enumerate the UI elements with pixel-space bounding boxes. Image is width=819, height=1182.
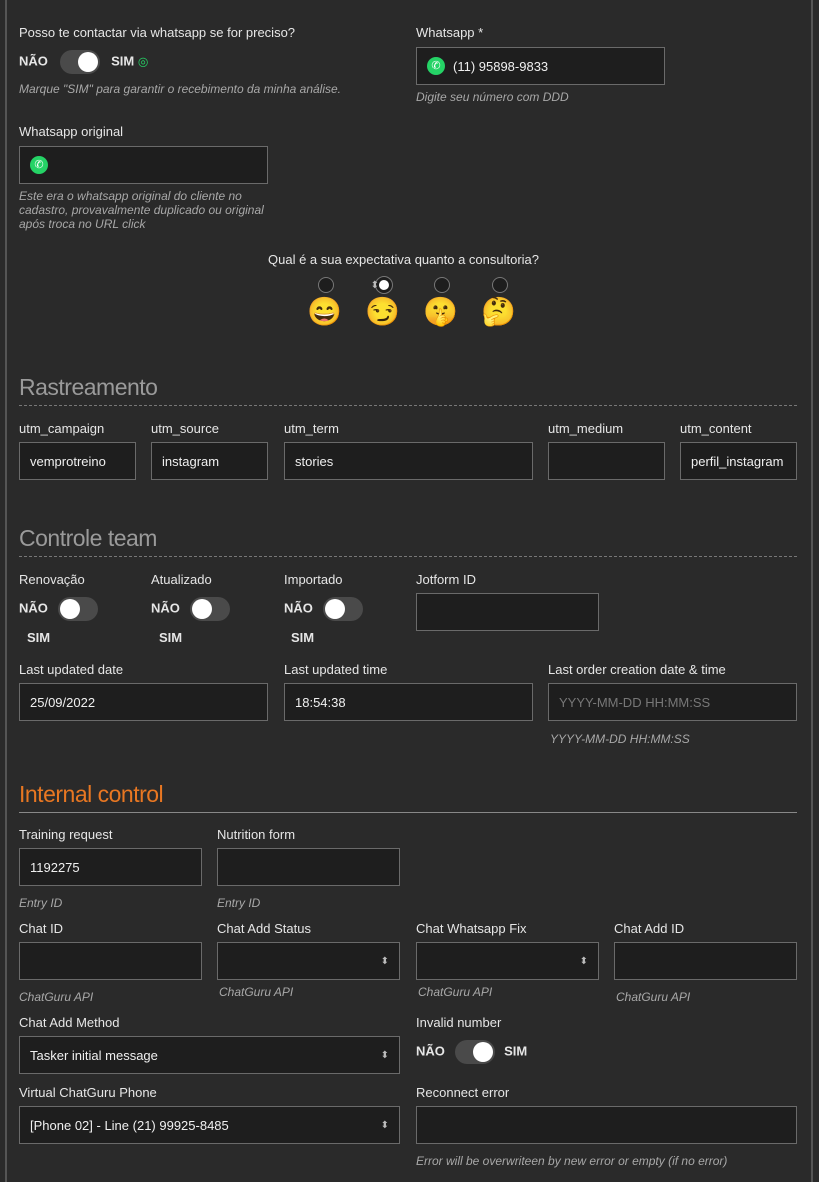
- expectation-radio-2[interactable]: [371, 276, 393, 294]
- whatsapp-input[interactable]: ✆ (11) 95898-9833: [416, 47, 665, 85]
- chat-id-help: ChatGuru API: [19, 990, 94, 1004]
- tracking-title: Rastreamento: [19, 374, 797, 406]
- utm-content-input[interactable]: perfil_instagram: [680, 442, 797, 480]
- toggle-yes-label: SIM: [111, 53, 135, 69]
- toggle-yes-label: SIM: [291, 630, 315, 645]
- virtual-phone-label: Virtual ChatGuru Phone: [19, 1085, 157, 1100]
- utm-content-label: utm_content: [680, 421, 752, 436]
- whatsapp-label: Whatsapp *: [416, 25, 484, 40]
- importado-toggle[interactable]: [322, 597, 363, 621]
- whatsapp-icon: ✆: [427, 57, 445, 75]
- toggle-no-label: NÃO: [19, 600, 48, 616]
- grinning-emoji-icon: 😄: [307, 296, 342, 327]
- utm-source-input[interactable]: instagram: [151, 442, 268, 480]
- chat-add-id-label: Chat Add ID: [614, 921, 685, 936]
- chat-id-input[interactable]: [19, 942, 202, 980]
- chat-add-status-label: Chat Add Status: [217, 921, 311, 936]
- whatsapp-icon: ✆: [30, 156, 48, 174]
- toggle-yes-label: SIM: [27, 630, 51, 645]
- last-order-help: YYYY-MM-DD HH:MM:SS: [550, 732, 690, 746]
- reconnect-error-label: Reconnect error: [416, 1085, 510, 1100]
- chat-id-label: Chat ID: [19, 921, 64, 936]
- virtual-phone-select[interactable]: [Phone 02] - Line (21) 99925-8485: [19, 1106, 400, 1144]
- chat-wa-fix-help: ChatGuru API: [418, 985, 493, 999]
- whatsapp-help: Digite seu número com DDD: [416, 90, 569, 104]
- toggle-yes-label: SIM: [159, 630, 183, 645]
- whatsapp-original-label: Whatsapp original: [19, 124, 124, 139]
- chat-wa-fix-label: Chat Whatsapp Fix: [416, 921, 527, 936]
- internal-title: Internal control: [19, 781, 797, 813]
- team-title: Controle team: [19, 525, 797, 557]
- whatsapp-original-input[interactable]: ✆: [19, 146, 268, 184]
- training-label: Training request: [19, 827, 113, 842]
- last-date-input[interactable]: 25/09/2022: [19, 683, 268, 721]
- expectation-question: Qual é a sua expectativa quanto a consul…: [268, 252, 540, 267]
- contact-help: Marque "SIM" para garantir o recebimento…: [19, 82, 342, 96]
- expectation-radio-4[interactable]: [492, 277, 508, 293]
- jotform-label: Jotform ID: [416, 572, 476, 587]
- utm-term-label: utm_term: [284, 421, 339, 436]
- utm-term-input[interactable]: stories: [284, 442, 533, 480]
- nutrition-help: Entry ID: [217, 896, 261, 910]
- renovacao-toggle[interactable]: [57, 597, 98, 621]
- last-order-label: Last order creation date & time: [548, 662, 726, 677]
- invalid-number-toggle[interactable]: [454, 1040, 495, 1064]
- jotform-input[interactable]: [416, 593, 599, 631]
- contact-question: Posso te contactar via whatsapp se for p…: [19, 25, 296, 40]
- smirk-emoji-icon: 😏: [365, 296, 400, 327]
- training-input[interactable]: 1192275: [19, 848, 202, 886]
- utm-campaign-input[interactable]: vemprotreino: [19, 442, 136, 480]
- last-date-label: Last updated date: [19, 662, 124, 677]
- chat-add-status-help: ChatGuru API: [219, 985, 294, 999]
- toggle-no-label: NÃO: [19, 53, 48, 69]
- shush-emoji-icon: 🤫: [423, 296, 458, 327]
- importado-label: Importado: [284, 572, 343, 587]
- reconnect-error-input[interactable]: [416, 1106, 797, 1144]
- expectation-radio-3[interactable]: [434, 277, 450, 293]
- nutrition-input[interactable]: [217, 848, 400, 886]
- reconnect-error-help: Error will be overwriteen by new error o…: [416, 1154, 728, 1168]
- utm-source-label: utm_source: [151, 421, 219, 436]
- toggle-no-label: NÃO: [284, 600, 313, 616]
- chat-add-method-select[interactable]: Tasker initial message: [19, 1036, 400, 1074]
- atualizado-toggle[interactable]: [189, 597, 230, 621]
- contact-toggle[interactable]: [59, 50, 100, 74]
- whatsapp-value: (11) 95898-9833: [453, 58, 549, 74]
- nutrition-label: Nutrition form: [217, 827, 296, 842]
- toggle-no-label: NÃO: [151, 600, 180, 616]
- whatsapp-icon: ◎: [137, 54, 149, 69]
- last-time-input[interactable]: 18:54:38: [284, 683, 533, 721]
- toggle-yes-label: SIM: [504, 1043, 528, 1059]
- toggle-no-label: NÃO: [416, 1043, 445, 1059]
- atualizado-label: Atualizado: [151, 572, 212, 587]
- renovacao-label: Renovação: [19, 572, 85, 587]
- chat-add-status-select[interactable]: [217, 942, 400, 980]
- expectation-radio-1[interactable]: [318, 277, 334, 293]
- contact-toggle-row: NÃO SIM ◎: [19, 50, 148, 74]
- last-time-label: Last updated time: [284, 662, 388, 677]
- last-order-input[interactable]: YYYY-MM-DD HH:MM:SS: [548, 683, 797, 721]
- training-help: Entry ID: [19, 896, 63, 910]
- chat-add-id-input[interactable]: [614, 942, 797, 980]
- invalid-number-label: Invalid number: [416, 1015, 502, 1030]
- utm-medium-label: utm_medium: [548, 421, 624, 436]
- chat-add-method-label: Chat Add Method: [19, 1015, 120, 1030]
- chat-wa-fix-select[interactable]: [416, 942, 599, 980]
- utm-medium-input[interactable]: [548, 442, 665, 480]
- chat-add-id-help: ChatGuru API: [616, 990, 691, 1004]
- whatsapp-original-help: Este era o whatsapp original do cliente …: [19, 189, 264, 231]
- utm-campaign-label: utm_campaign: [19, 421, 105, 436]
- thinking-emoji-icon: 🤔: [481, 296, 516, 327]
